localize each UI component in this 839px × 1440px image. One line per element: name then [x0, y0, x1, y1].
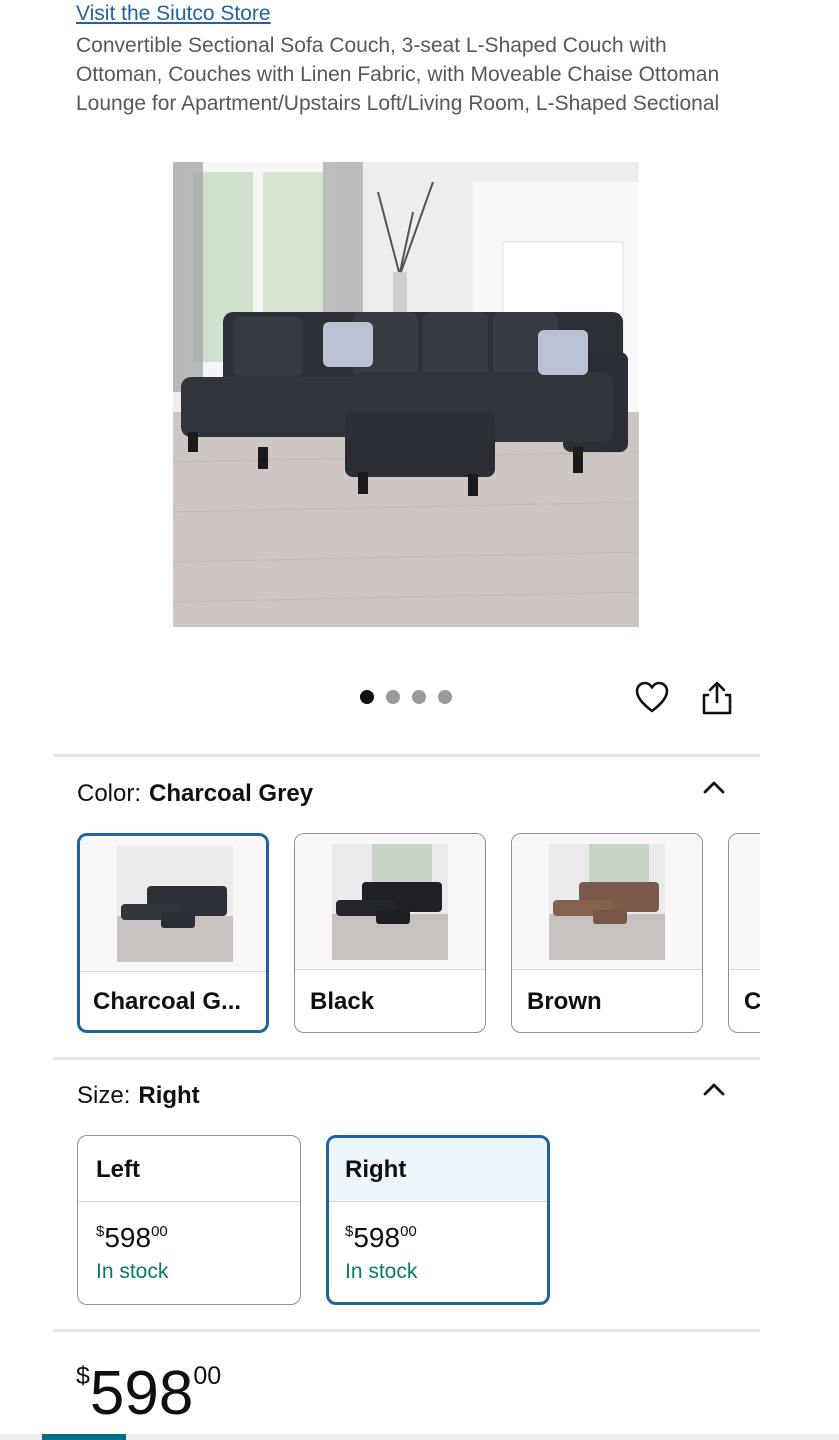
color-swatch-brown[interactable]: Brown	[511, 833, 703, 1033]
swatch-thumbnail	[549, 844, 665, 960]
color-swatch-black[interactable]: Black	[294, 833, 486, 1033]
price-whole: 598	[353, 1222, 401, 1253]
size-option-price: $59800	[345, 1222, 417, 1254]
store-link[interactable]: Visit the Siutco Store	[76, 2, 271, 26]
swatch-label: Brown	[527, 988, 602, 1015]
chevron-up-icon[interactable]	[700, 1080, 728, 1098]
product-image[interactable]	[173, 162, 639, 627]
color-label: Color:	[77, 780, 142, 807]
color-row-label: Color: Charcoal Grey	[77, 780, 313, 808]
size-option-right[interactable]: Right $59800 In stock	[326, 1135, 550, 1305]
scroll-progress-bar	[0, 1434, 839, 1440]
size-option-price: $59800	[96, 1222, 168, 1254]
color-swatch-more[interactable]: C	[728, 833, 760, 1033]
price-whole: 598	[104, 1222, 152, 1253]
size-option-label: Left	[78, 1136, 300, 1202]
swatch-label: Black	[310, 988, 375, 1015]
swatch-thumbnail	[117, 846, 233, 962]
product-price: $59800	[76, 1358, 221, 1429]
sofa-photo	[173, 162, 639, 627]
pagination-dot[interactable]	[386, 690, 400, 704]
scroll-progress-fill	[42, 1434, 126, 1440]
size-row-label: Size: Right	[77, 1082, 200, 1110]
selected-size: Right	[138, 1082, 200, 1109]
share-icon[interactable]	[700, 680, 734, 716]
stock-status: In stock	[345, 1260, 418, 1283]
price-fraction: 00	[193, 1362, 222, 1390]
image-pagination[interactable]	[360, 690, 452, 704]
currency-symbol: $	[76, 1362, 90, 1390]
size-option-left[interactable]: Left $59800 In stock	[77, 1135, 301, 1305]
pagination-dot[interactable]	[360, 690, 374, 704]
price-whole: 598	[89, 1359, 194, 1428]
color-swatch-list[interactable]: Charcoal G... Black Brown C	[77, 833, 760, 1035]
swatch-thumbnail	[332, 844, 448, 960]
swatch-label: C	[744, 988, 760, 1015]
divider	[53, 754, 760, 757]
selected-color: Charcoal Grey	[149, 780, 314, 807]
color-swatch-charcoal-grey[interactable]: Charcoal G...	[77, 833, 269, 1033]
pagination-dot[interactable]	[412, 690, 426, 704]
divider	[53, 1057, 760, 1060]
size-option-label: Right	[329, 1138, 547, 1202]
size-label: Size:	[77, 1082, 131, 1109]
product-title: Convertible Sectional Sofa Couch, 3-seat…	[76, 34, 720, 115]
heart-icon[interactable]	[634, 680, 670, 716]
divider	[53, 1329, 760, 1332]
swatch-label: Charcoal G...	[93, 988, 242, 1015]
chevron-up-icon[interactable]	[700, 778, 728, 796]
stock-status: In stock	[96, 1260, 169, 1283]
pagination-dot[interactable]	[438, 690, 452, 704]
price-fraction: 00	[151, 1223, 168, 1240]
price-fraction: 00	[400, 1223, 417, 1240]
